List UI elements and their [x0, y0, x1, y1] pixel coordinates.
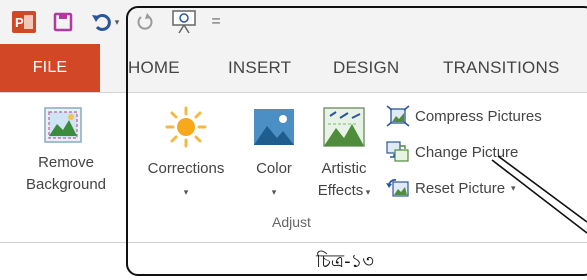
highlight-frame: [126, 6, 587, 276]
figure-caption: চিত্র-১৩: [316, 251, 374, 272]
